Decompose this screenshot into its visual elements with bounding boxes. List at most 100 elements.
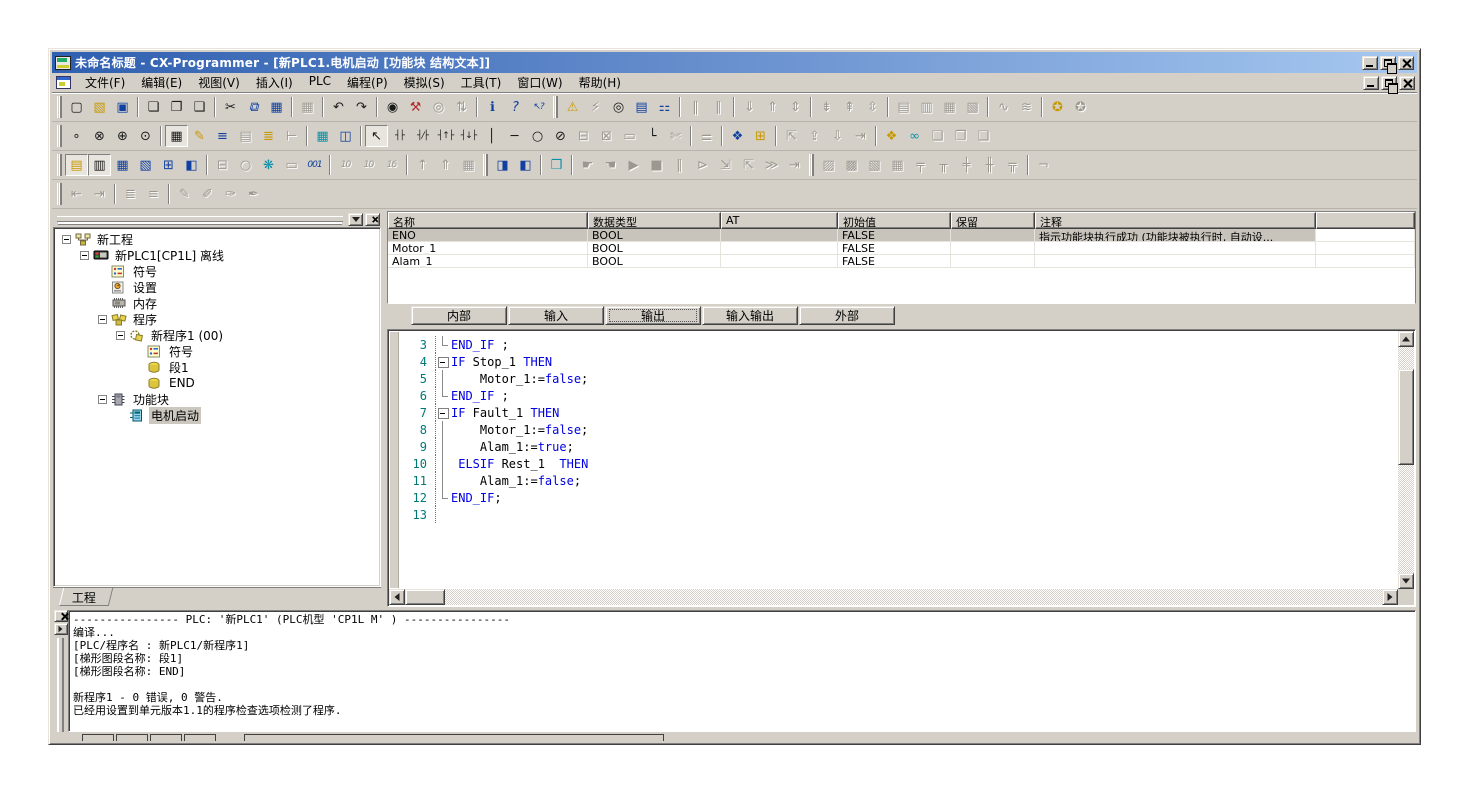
- tree-item--[interactable]: 程序: [56, 311, 380, 327]
- minimize-button[interactable]: [1362, 56, 1378, 70]
- cell[interactable]: [1035, 242, 1316, 255]
- column-header-extra[interactable]: [1316, 212, 1415, 229]
- tree-item--[interactable]: 电机启动: [56, 407, 380, 423]
- vertical-scrollbar[interactable]: [1398, 331, 1414, 589]
- column-header-AT[interactable]: AT: [721, 212, 838, 229]
- find-in-project-button[interactable]: ◎: [427, 96, 450, 118]
- cell[interactable]: [1316, 255, 1415, 268]
- var-tab-输入输出[interactable]: 输入输出: [702, 306, 798, 325]
- step-out-button[interactable]: ⇱: [737, 154, 760, 176]
- redo-button[interactable]: ↷: [350, 96, 373, 118]
- scroll-down-button[interactable]: [1398, 573, 1414, 589]
- horizontal-scrollbar[interactable]: [389, 589, 1398, 605]
- variable-row-ENO[interactable]: ENOBOOLFALSE指示功能块执行成功 (功能块被执行时, 自动设...: [388, 229, 1415, 242]
- differential-clear-button[interactable]: ╫: [978, 154, 1001, 176]
- variable-row-Alam_1[interactable]: Alam_1BOOLFALSE: [388, 255, 1415, 268]
- tree-item--[interactable]: 功能块: [56, 391, 380, 407]
- tree-expander-icon[interactable]: [98, 315, 107, 324]
- menu-item-10[interactable]: 帮助(H): [571, 72, 629, 93]
- tree-expander-icon[interactable]: [62, 235, 71, 244]
- force-on-button[interactable]: ↑: [411, 154, 434, 176]
- cell[interactable]: Alam_1: [388, 255, 588, 268]
- toolbar-grip-handle[interactable]: [57, 96, 62, 118]
- cell[interactable]: ENO: [388, 229, 588, 242]
- replace-button[interactable]: ⚒: [404, 96, 427, 118]
- scroll-right-button[interactable]: [1382, 589, 1398, 605]
- new-instruction-button[interactable]: ▭: [618, 125, 641, 147]
- workspace-close-button[interactable]: [365, 213, 380, 226]
- document-window-icon[interactable]: [56, 76, 71, 89]
- find-button[interactable]: ◉: [381, 96, 404, 118]
- insert-row-above-button[interactable]: ⇱: [780, 125, 803, 147]
- pause-simulator-button[interactable]: ☛: [576, 154, 599, 176]
- data-trace-button[interactable]: ▧: [961, 96, 984, 118]
- st-editor[interactable]: 3END_IF ;4IF Stop_1 THEN5 Motor_1:=false…: [387, 329, 1416, 607]
- cell[interactable]: [721, 229, 838, 242]
- differential-up-button[interactable]: ╤: [909, 154, 932, 176]
- toggle-watch-window-button[interactable]: ▦: [111, 154, 134, 176]
- cell[interactable]: BOOL: [588, 242, 721, 255]
- cell[interactable]: [951, 229, 1035, 242]
- partial-download-button[interactable]: ⇟: [815, 96, 838, 118]
- undo-button[interactable]: ↶: [327, 96, 350, 118]
- properties-button[interactable]: ◧: [180, 154, 203, 176]
- plc-setup-button[interactable]: ▥: [915, 96, 938, 118]
- about-button[interactable]: ℹ: [481, 96, 504, 118]
- download-to-plc-button[interactable]: ⇓: [738, 96, 761, 118]
- tree-item--[interactable]: 设置: [56, 279, 380, 295]
- clear-bookmarks-button[interactable]: ≡: [142, 183, 165, 205]
- pause-monitor-button[interactable]: ‖: [684, 96, 707, 118]
- output-tab-5[interactable]: [244, 734, 664, 741]
- column-header-初始值[interactable]: 初始值: [838, 212, 951, 229]
- zoom-fit-button[interactable]: ⊙: [134, 125, 157, 147]
- fold-marker-start[interactable]: [436, 404, 451, 421]
- menu-item-5[interactable]: PLC: [301, 72, 339, 93]
- menu-item-9[interactable]: 窗口(W): [509, 72, 570, 93]
- mdi-minimize-button[interactable]: [1363, 76, 1379, 90]
- window-view-1-button[interactable]: ❏: [926, 125, 949, 147]
- instruction-box-button[interactable]: ⊟: [572, 125, 595, 147]
- tree-item--[interactable]: 符号: [56, 343, 380, 359]
- step-in-button[interactable]: ⇲: [714, 154, 737, 176]
- zoom-tool-button[interactable]: ∘: [65, 125, 88, 147]
- toolbar-grip-handle[interactable]: [553, 96, 558, 118]
- menu-item-6[interactable]: 编程(P): [339, 72, 396, 93]
- return-jump-button[interactable]: ¬: [1032, 154, 1055, 176]
- program-check-online-button[interactable]: ⚏: [653, 96, 676, 118]
- mdi-close-button[interactable]: [1399, 76, 1415, 90]
- closed-coil-button[interactable]: ⊘: [549, 125, 572, 147]
- force-off-button[interactable]: ⇑: [434, 154, 457, 176]
- page-setup-button[interactable]: ❏: [142, 96, 165, 118]
- toolbar-grip-handle[interactable]: [57, 125, 62, 147]
- paste-special-button[interactable]: ▦: [296, 96, 319, 118]
- binary-monitor-button[interactable]: 001: [303, 154, 326, 176]
- toolbar-grip-handle[interactable]: [57, 154, 62, 176]
- tree-item--[interactable]: 内存: [56, 295, 380, 311]
- insert-rung-above-button[interactable]: ⊞: [749, 125, 772, 147]
- horizontal-scroll-thumb[interactable]: [405, 589, 445, 605]
- delete-column-button[interactable]: ⇥: [849, 125, 872, 147]
- print-preview-button[interactable]: ❑: [188, 96, 211, 118]
- work-online-simulator-button[interactable]: ◨: [491, 154, 514, 176]
- cell[interactable]: [721, 255, 838, 268]
- scroll-up-button[interactable]: [1398, 331, 1414, 347]
- title-bar[interactable]: 未命名标题 - CX-Programmer - [新PLC1.电机启动 [功能块…: [52, 52, 1417, 73]
- cell[interactable]: [1316, 229, 1415, 242]
- compile-output-log[interactable]: ---------------- PLC: '新PLC1' (PLC机型 'CP…: [68, 610, 1416, 732]
- set-protection-button[interactable]: ✪: [1046, 96, 1069, 118]
- menu-item-1[interactable]: 文件(F): [77, 72, 133, 93]
- delete-row-button[interactable]: ⇪: [803, 125, 826, 147]
- cell[interactable]: FALSE: [838, 229, 951, 242]
- cell[interactable]: [1035, 255, 1316, 268]
- tree-item--[interactable]: 符号: [56, 263, 380, 279]
- run-to-break-button[interactable]: ⇥: [783, 154, 806, 176]
- clear-all-breakpoints-button[interactable]: ▧: [863, 154, 886, 176]
- workspace-dock-header[interactable]: [53, 211, 381, 227]
- scan-run-button[interactable]: ☚: [599, 154, 622, 176]
- monitor-hex-button[interactable]: 16: [380, 154, 403, 176]
- pause-button[interactable]: ∥: [707, 96, 730, 118]
- toolbar-grip-handle[interactable]: [483, 154, 488, 176]
- toolbar-grip-handle[interactable]: [57, 183, 62, 205]
- compile-all-programs-button[interactable]: ▤: [630, 96, 653, 118]
- edit-mode-1-button[interactable]: ✎: [173, 183, 196, 205]
